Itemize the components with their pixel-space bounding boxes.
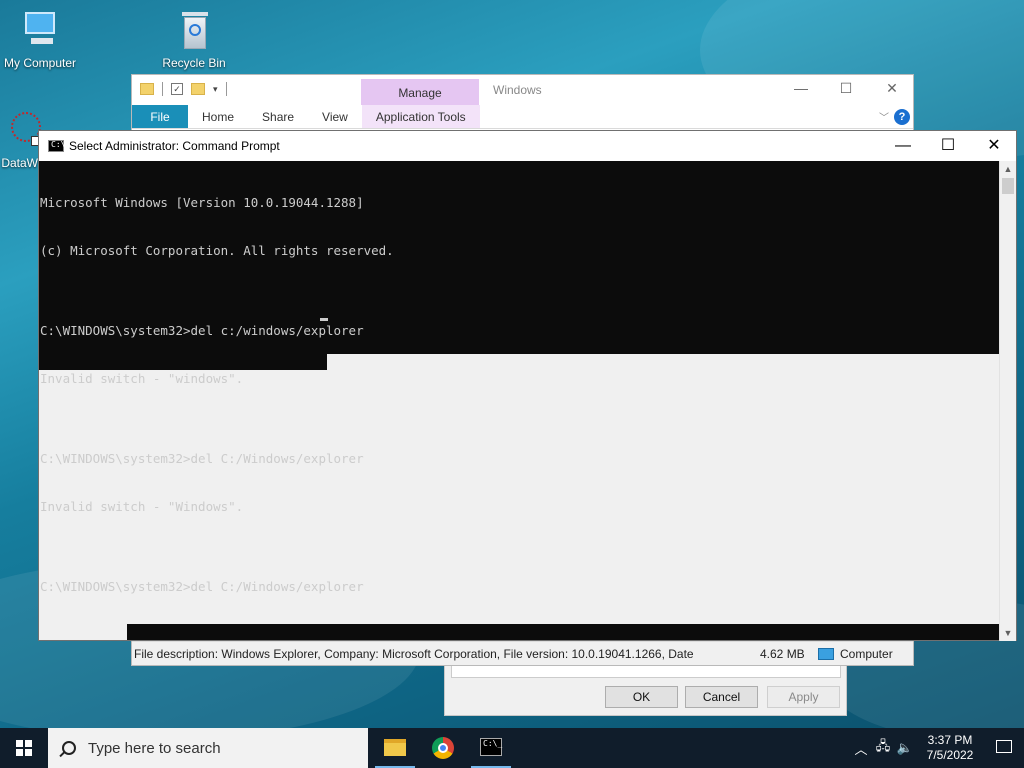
desktop-icon-label: My Computer <box>3 56 77 70</box>
notification-icon <box>996 740 1012 753</box>
taskbar-chrome[interactable] <box>419 728 467 768</box>
taskbar-search-box[interactable]: Type here to search <box>48 728 368 768</box>
tab-application-tools[interactable]: Application Tools <box>361 105 480 128</box>
volume-icon[interactable]: 🔈 <box>894 740 916 756</box>
command-prompt-window[interactable]: C:\ Select Administrator: Command Prompt… <box>38 130 1017 641</box>
taskbar-file-explorer[interactable] <box>371 728 419 768</box>
windows-logo-icon <box>16 740 32 756</box>
tab-home[interactable]: Home <box>188 105 248 128</box>
clock-time: 3:37 PM <box>927 733 973 747</box>
status-location-label: Computer <box>840 646 893 661</box>
command-prompt-icon[interactable]: C:\ <box>48 140 65 152</box>
console-line: (c) Microsoft Corporation. All rights re… <box>40 243 394 258</box>
properties-dialog: OK Cancel Apply <box>444 666 847 716</box>
cancel-button[interactable]: Cancel <box>685 686 758 708</box>
close-icon[interactable]: ✕ <box>971 135 1017 157</box>
folder-icon[interactable] <box>140 83 154 95</box>
minimize-icon[interactable]: — <box>786 80 816 96</box>
console-line: Microsoft Windows [Version 10.0.19044.12… <box>40 195 364 210</box>
taskbar-command-prompt[interactable]: C:\_ <box>467 728 515 768</box>
console-line: Invalid switch - "Windows". <box>40 499 244 514</box>
maximize-icon[interactable]: ☐ <box>925 135 971 157</box>
divider <box>162 82 163 96</box>
quick-access-toolbar: ✓ ▾ <box>140 82 227 96</box>
tab-manage[interactable]: Manage <box>361 79 479 105</box>
customize-dropdown-icon[interactable]: ▾ <box>213 84 218 95</box>
command-prompt-icon: C:\_ <box>480 738 502 756</box>
properties-field <box>451 666 841 678</box>
desktop-icon-recycle-bin[interactable]: Recycle Bin <box>154 10 234 70</box>
cmd-title: Select Administrator: Command Prompt <box>69 139 280 153</box>
desktop-icon-my-computer[interactable]: My Computer <box>0 10 80 70</box>
dataw-app-icon <box>0 110 41 152</box>
divider <box>225 82 227 96</box>
computer-icon <box>19 10 61 52</box>
apply-button[interactable]: Apply <box>767 686 840 708</box>
properties-check-icon[interactable]: ✓ <box>171 83 183 95</box>
search-placeholder: Type here to search <box>88 739 221 757</box>
scrollbar-thumb[interactable] <box>1002 178 1014 194</box>
console-bottom-strip <box>127 624 1000 640</box>
explorer-titlebar[interactable]: ✓ ▾ Manage Windows — ☐ ✕ <box>132 75 913 105</box>
desktop-icon-label: Recycle Bin <box>162 56 226 70</box>
ribbon-tabs: File Home Share View Application Tools <box>132 105 913 129</box>
tab-share[interactable]: Share <box>248 105 308 128</box>
ribbon-expand-chevron-icon[interactable]: ﹀ <box>879 109 889 124</box>
console-line: Invalid switch - "windows". <box>40 371 244 386</box>
help-icon[interactable]: ? <box>894 109 910 125</box>
explorer-title: Windows <box>493 83 542 97</box>
computer-icon <box>818 647 834 660</box>
cmd-titlebar[interactable]: C:\ Select Administrator: Command Prompt… <box>39 131 1016 161</box>
minimize-icon[interactable]: — <box>880 135 926 157</box>
tab-file[interactable]: File <box>132 105 188 128</box>
clock-date: 7/5/2022 <box>926 748 974 762</box>
notifications-button[interactable] <box>984 728 1024 768</box>
maximize-icon[interactable]: ☐ <box>831 80 861 97</box>
chrome-icon <box>432 737 454 759</box>
start-button[interactable] <box>0 728 48 768</box>
close-icon[interactable]: ✕ <box>877 80 907 97</box>
taskbar: Type here to search C:\_ ︿ 🖧 🔈 3:37 PM 7… <box>0 728 1024 768</box>
clock[interactable]: 3:37 PM 7/5/2022 <box>916 733 984 763</box>
file-explorer-icon <box>384 739 406 756</box>
recycle-bin-icon <box>173 10 215 52</box>
text-cursor <box>320 318 328 321</box>
console-line: C:\WINDOWS\system32>del c:/windows/explo… <box>40 323 364 338</box>
console-text: Microsoft Windows [Version 10.0.19044.12… <box>40 163 394 627</box>
system-tray: ︿ 🖧 🔈 3:37 PM 7/5/2022 <box>850 728 1024 768</box>
vertical-scrollbar[interactable]: ▲ ▼ <box>999 161 1016 641</box>
scroll-up-icon[interactable]: ▲ <box>1000 161 1016 177</box>
status-file-size: 4.62 MB <box>760 646 805 661</box>
new-folder-icon[interactable] <box>191 83 205 95</box>
search-icon <box>62 741 76 755</box>
status-file-description: File description: Windows Explorer, Comp… <box>134 646 694 661</box>
ok-button[interactable]: OK <box>605 686 678 708</box>
status-location: Computer <box>810 647 893 661</box>
console-line: C:\WINDOWS\system32>del C:/Windows/explo… <box>40 451 364 466</box>
console-current-line[interactable]: C:\WINDOWS\system32>del C:/Windows/explo… <box>40 579 364 594</box>
scroll-down-icon[interactable]: ▼ <box>1000 625 1016 641</box>
network-icon[interactable]: 🖧 <box>872 737 894 759</box>
explorer-status-bar: File description: Windows Explorer, Comp… <box>132 641 913 665</box>
show-hidden-icons-chevron-icon[interactable]: ︿ <box>850 739 872 758</box>
tab-view[interactable]: View <box>308 105 362 128</box>
